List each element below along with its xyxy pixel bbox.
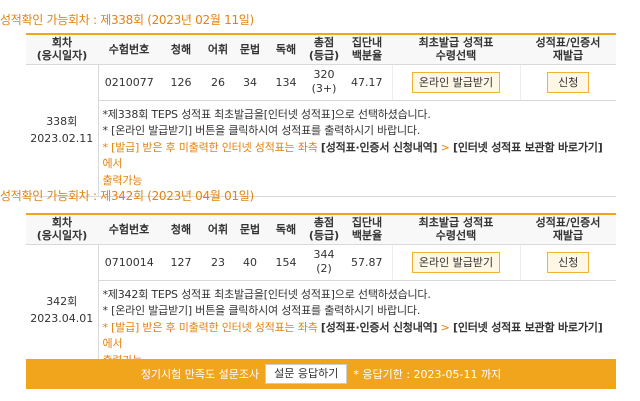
header-grammar: 문법	[234, 214, 266, 245]
score-table-342: 회차 (응시일자) 수험번호 청해 어휘 문법 독해 총점 (등급) 집단내 백분율 …	[26, 213, 616, 377]
round-label: 342회	[46, 295, 78, 309]
note-line: *제342회 TEPS 성적표 최초발급을[인터넷 성적표]으로 선택하셨습니다…	[102, 287, 431, 301]
header-first-issue: 최초발급 성적표 수령선택	[392, 34, 520, 65]
table-row: 342회 2023.04.01 0710014 127 23 40 154 344…	[26, 244, 616, 377]
score-vocabulary: 26	[202, 64, 234, 101]
note-line: * [온라인 발급받기] 버튼을 클릭하시여 성적표를 출력하시기 바랍니다.	[102, 124, 421, 137]
history-link[interactable]: [성적표·인증서 신청내역]	[321, 141, 438, 154]
survey-banner: 정기시험 만족도 설문조사 설문 응답하기 * 응답기한 : 2023-05-1…	[26, 359, 616, 389]
apply-button[interactable]: 신청	[547, 251, 590, 273]
archive-link[interactable]: [인터넷 성적표 보관함 바로가기]	[453, 141, 603, 154]
round-date-cell: 338회 2023.02.11	[26, 64, 99, 197]
header-exam-number: 수험번호	[98, 34, 160, 65]
note-line: * [온라인 발급받기] 버튼을 클릭하시여 성적표를 출력하시기 바랍니다.	[102, 304, 421, 317]
header-vocabulary: 어휘	[202, 214, 234, 245]
header-reading: 독해	[266, 214, 306, 245]
archive-link[interactable]: [인터넷 성적표 보관함 바로가기]	[453, 321, 603, 334]
survey-text: 정기시험 만족도 설문조사	[140, 368, 260, 381]
table-row: *제338회 TEPS 성적표 최초발급을[인터넷 성적표]으로 선택하셨습니다…	[26, 100, 616, 197]
header-total: 총점 (등급)	[306, 214, 342, 245]
score-listening: 127	[160, 244, 202, 281]
apply-button[interactable]: 신청	[547, 71, 590, 93]
online-issue-button[interactable]: 온라인 발급받기	[411, 71, 501, 93]
note-line: * [발급] 받은 후 미출력한 인터넷 성적표는 좌측 [성적표·인증서 신청…	[102, 140, 603, 171]
survey-deadline: * 응답기한 : 2023-05-11 까지	[353, 368, 502, 381]
score-total: 344 (2)	[306, 244, 342, 281]
note-line: *제338회 TEPS 성적표 최초발급을[인터넷 성적표]으로 선택하셨습니다…	[102, 107, 431, 121]
online-issue-button[interactable]: 온라인 발급받기	[411, 251, 501, 273]
header-first-issue: 최초발급 성적표 수령선택	[392, 214, 520, 245]
header-reissue: 성적표/인증서 재발급	[520, 214, 616, 245]
section-title-338: 성적확인 가능회차 : 제338회 (2023년 02월 11일)	[0, 13, 254, 27]
score-total: 320 (3+)	[306, 64, 342, 101]
score-reading: 134	[266, 64, 306, 101]
header-percentile: 집단내 백분율	[342, 214, 392, 245]
header-total: 총점 (등급)	[306, 34, 342, 65]
score-grammar: 34	[234, 64, 266, 101]
percentile: 47.17	[342, 64, 392, 101]
table-header-row: 회차 (응시일자) 수험번호 청해 어휘 문법 독해 총점 (등급) 집단내 백분율 …	[26, 34, 616, 65]
score-vocabulary: 23	[202, 244, 234, 281]
header-listening: 청해	[160, 34, 202, 65]
round-date-cell: 342회 2023.04.01	[26, 244, 99, 377]
exam-number: 0210077	[98, 64, 160, 101]
header-listening: 청해	[160, 214, 202, 245]
score-grammar: 40	[234, 244, 266, 281]
note-line: * [발급] 받은 후 미출력한 인터넷 성적표는 좌측 [성적표·인증서 신청…	[102, 320, 603, 351]
section-title-342: 성적확인 가능회차 : 제342회 (2023년 04월 01일)	[0, 189, 254, 203]
header-exam-number: 수험번호	[98, 214, 160, 245]
notes-cell: *제338회 TEPS 성적표 최초발급을[인터넷 성적표]으로 선택하셨습니다…	[98, 100, 616, 197]
score-reading: 154	[266, 244, 306, 281]
header-grammar: 문법	[234, 34, 266, 65]
header-reading: 독해	[266, 34, 306, 65]
header-reissue: 성적표/인증서 재발급	[520, 34, 616, 65]
percentile: 57.87	[342, 244, 392, 281]
survey-respond-button[interactable]: 설문 응답하기	[265, 364, 348, 384]
header-percentile: 집단내 백분율	[342, 34, 392, 65]
exam-date: 2023.04.01	[30, 312, 94, 326]
exam-date: 2023.02.11	[30, 132, 94, 146]
header-vocabulary: 어휘	[202, 34, 234, 65]
exam-number: 0710014	[98, 244, 160, 281]
history-link[interactable]: [성적표·인증서 신청내역]	[321, 321, 438, 334]
round-label: 338회	[46, 115, 78, 129]
header-round: 회차 (응시일자)	[26, 34, 98, 65]
score-listening: 126	[160, 64, 202, 101]
score-table-338: 회차 (응시일자) 수험번호 청해 어휘 문법 독해 총점 (등급) 집단내 백분율 …	[26, 33, 616, 197]
table-header-row: 회차 (응시일자) 수험번호 청해 어휘 문법 독해 총점 (등급) 집단내 백분율 …	[26, 214, 616, 245]
table-row: 338회 2023.02.11 0210077 126 26 34 134 320…	[26, 64, 616, 197]
header-round: 회차 (응시일자)	[26, 214, 98, 245]
